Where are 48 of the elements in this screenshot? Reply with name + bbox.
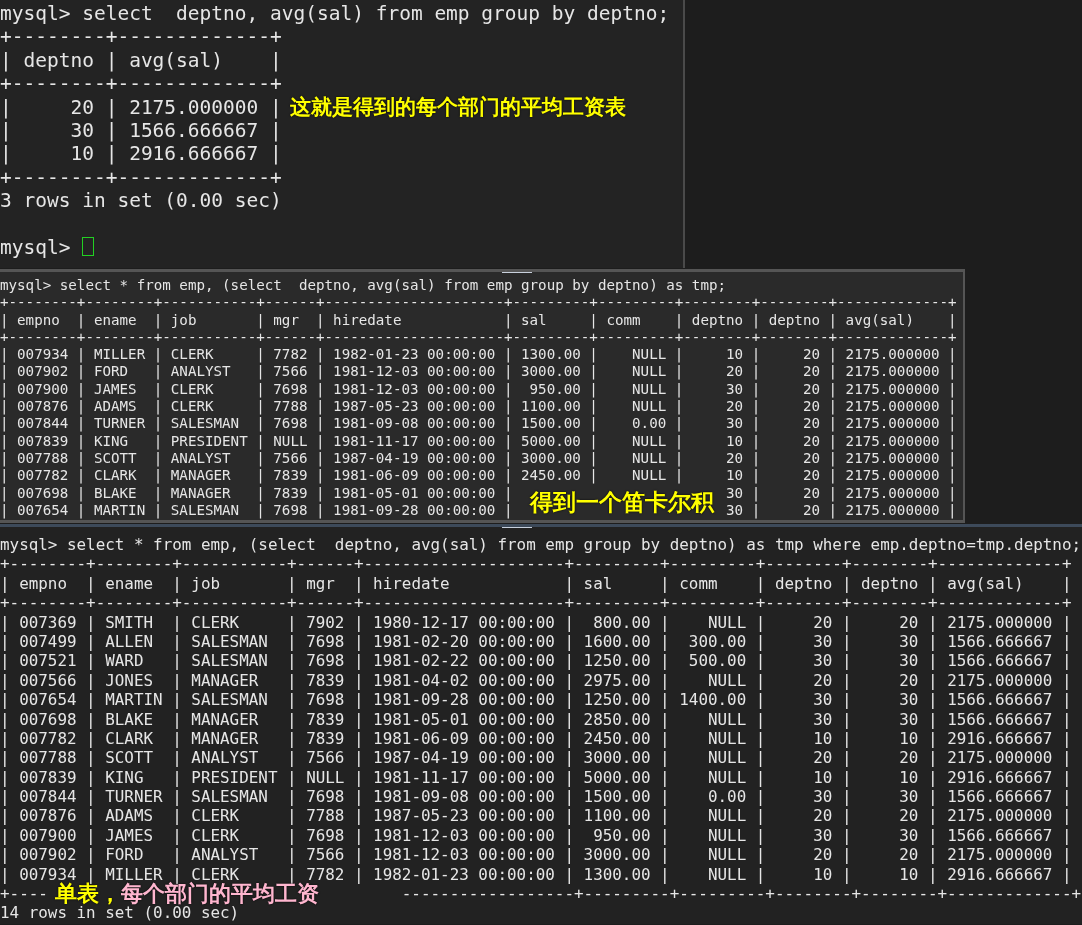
terminal-line: | 007782 | CLARK | MANAGER | 7839 | 1981-06-09 00:00:00 | 2450.00 | NULL | 10 | 10 | 2916.666667 | (0, 728, 1072, 748)
terminal-line: | 007521 | WARD | SALESMAN | 7698 | 1981-02-22 00:00:00 | 1250.00 | 500.00 | 30 | 30 | 1566.666667 | (0, 651, 1072, 671)
terminal-line: | 007698 | BLAKE | MANAGER | 7839 | 1981-05-01 00:00:00 | (0, 484, 513, 502)
terminal-line: | 007902 | FORD | ANALYST | 7566 | 1981-12-03 00:00:00 | 3000.00 | NULL | 20 | 20 | 2175.000000 | (0, 845, 1072, 865)
terminal-line: mysql> select * from emp, (select deptno, avg(sal) from emp group by deptno) as tmp where emp.deptno=tmp.deptno; (0, 535, 1082, 554)
terminal-line: | 007844 | TURNER | SALESMAN | 7698 | 1981-09-08 00:00:00 | 1500.00 | 0.00 | 30 | 20 | 2175.000000 | (0, 415, 957, 432)
terminal-line: | 007654 | MARTIN | SALESMAN | 7698 | 1981-09-28 00:00:00 | (0, 501, 513, 520)
terminal-line: +---- (0, 884, 48, 904)
terminal-line: | deptno | avg(sal) | (0, 48, 282, 72)
terminal-line: | 007900 | JAMES | CLERK | 7698 | 1981-12-03 00:00:00 | 950.00 | NULL | 30 | 30 | 1566.666667 | (0, 825, 1072, 845)
terminal-line: | 007839 | KING | PRESIDENT | NULL | 1981-11-17 00:00:00 | 5000.00 | NULL | 10 | 20 | 2175.000000 | (0, 432, 957, 449)
terminal-line: | 007369 | SMITH | CLERK | 7902 | 1980-12-17 00:00:00 | 800.00 | NULL | 20 | 20 | 2175.000000 | (0, 612, 1072, 632)
terminal-line: | 007499 | ALLEN | SALESMAN | 7698 | 1981-02-20 00:00:00 | 1600.00 | 300.00 | 30 | 30 | 1566.666667 | (0, 631, 1072, 651)
terminal-line: | 20 | 2175.000000 | (0, 95, 282, 119)
terminal-line: | 007788 | SCOTT | ANALYST | 7566 | 1987-04-19 00:00:00 | 3000.00 | NULL | 20 | 20 | 2175.000000 | (0, 449, 957, 466)
terminal-line: | 007698 | BLAKE | MANAGER | 7839 | 1981-05-01 00:00:00 | 2850.00 | NULL | 30 | 30 | 1566.666667 | (0, 709, 1072, 729)
terminal-line: 3 rows in set (0.00 sec) (0, 189, 282, 213)
terminal-line: +--------+--------+-----------+------+---------------------+---------+---------+--------+--------+-------------+ (0, 593, 1072, 613)
terminal-line: +--------+--------+-----------+------+---------------------+---------+---------+--------+--------+-------------+ (0, 554, 1072, 574)
terminal-line: | empno | ename | job | mgr | hiredate | sal | comm | deptno | deptno | avg(sal) | (0, 311, 957, 328)
terminal-line: | 007566 | JONES | MANAGER | 7839 | 1981-04-02 00:00:00 | 2975.00 | NULL | 20 | 20 | 2175.000000 | (0, 670, 1072, 690)
terminal-line: | 10 | 2916.666667 | (0, 142, 282, 166)
terminal-line: +--------+-------------+ (0, 25, 282, 49)
terminal-line: +--------+-------------+ (0, 165, 282, 189)
terminal-line: | 007839 | KING | PRESIDENT | NULL | 1981-11-17 00:00:00 | 5000.00 | NULL | 10 | 10 | 2916.666667 | (0, 767, 1072, 787)
terminal-line: | 007902 | FORD | ANALYST | 7566 | 1981-12-03 00:00:00 | 3000.00 | NULL | 20 | 20 | 2175.000000 | (0, 363, 957, 380)
terminal-line: mysql> select * from emp, (select deptno, avg(sal) from emp group by deptno) as tmp; (0, 277, 727, 293)
terminal-line: 30 | 20 | 2175.000000 | (726, 501, 957, 520)
terminal-line: +--------+--------+-----------+------+---------------------+---------+---------+--------+--------+-------------+ (0, 328, 957, 345)
terminal-line: | 007654 | MARTIN | SALESMAN | 7698 | 1981-09-28 00:00:00 | 1250.00 | 1400.00 | 30 | 30 | 1566.666667 | (0, 690, 1072, 710)
terminal-line: | 007900 | JAMES | CLERK | 7698 | 1981-12-03 00:00:00 | 950.00 | NULL | 30 | 20 | 2175.000000 | (0, 380, 957, 397)
terminal-line: mysql> (0, 235, 72, 259)
terminal-line: +--------+--------+-----------+------+---------------------+---------+---------+--------+--------+-------------+ (0, 294, 957, 311)
terminal-line: mysql> select deptno, avg(sal) from emp group by deptno; (0, 2, 670, 25)
terminal-line: | empno | ename | job | mgr | hiredate | sal | comm | deptno | deptno | avg(sal) | (0, 573, 1072, 593)
terminal-line: | 007876 | ADAMS | CLERK | 7788 | 1987-05-23 00:00:00 | 1100.00 | NULL | 20 | 20 | 2175.000000 | (0, 398, 957, 415)
annotation-text: 得到一个笛卡尔积 (530, 487, 714, 517)
terminal-line: 30 | 20 | 2175.000000 | (726, 484, 957, 502)
annotation-text: 单表，每个部门的平均工资 (55, 884, 319, 904)
terminal-line: | 007844 | TURNER | SALESMAN | 7698 | 1981-09-08 00:00:00 | 1500.00 | 0.00 | 30 | 30 | 1566.666667 | (0, 787, 1072, 807)
terminal-line: +--------+-------------+ (0, 72, 282, 96)
terminal-line: | 007782 | CLARK | MANAGER | 7839 | 1981-06-09 00:00:00 | 2450.00 | NULL | 10 | 20 | 2175.000000 | (0, 467, 957, 484)
terminal-line: ------------------+---------+---------+--------+--------+-------------+ (401, 884, 1082, 904)
terminal-line: | 007934 | MILLER | CLERK | 7782 | 1982-01-23 00:00:00 | 1300.00 | NULL | 10 | 20 | 2175.000000 | (0, 346, 957, 363)
terminal-line: | 30 | 1566.666667 | (0, 118, 282, 142)
terminal-line: | 007788 | SCOTT | ANALYST | 7566 | 1987-04-19 00:00:00 | 3000.00 | NULL | 20 | 20 | 2175.000000 | (0, 748, 1072, 768)
annotation-text: 这就是得到的每个部门的平均工资表 (290, 95, 626, 119)
terminal-line: | 007876 | ADAMS | CLERK | 7788 | 1987-05-23 00:00:00 | 1100.00 | NULL | 20 | 20 | 2175.000000 | (0, 806, 1072, 826)
